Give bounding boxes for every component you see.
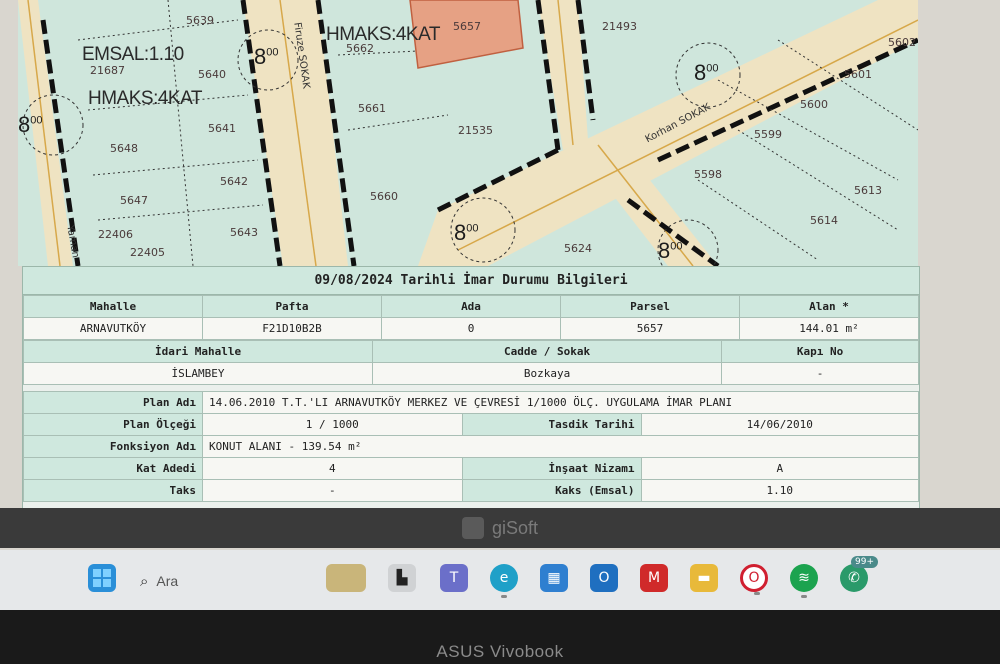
taskbar-search[interactable]: ⌕ Ara — [140, 568, 290, 594]
search-icon: ⌕ — [140, 572, 149, 590]
value-kaks: 1.10 — [640, 479, 920, 502]
teams-icon[interactable]: T — [440, 564, 468, 592]
value-taks: - — [202, 479, 463, 502]
whatsapp-icon[interactable]: ✆ 99+ — [840, 556, 878, 592]
task-view-icon[interactable]: ▙ — [388, 564, 416, 592]
file-explorer-icon[interactable]: ▬ — [690, 564, 718, 592]
value-cadde-sokak: Bozkaya — [372, 362, 723, 385]
panel-title: 09/08/2024 Tarihli İmar Durumu Bilgileri — [23, 267, 919, 295]
parcel-label: 5614 — [810, 214, 838, 227]
plan-details-table: Plan Adı 14.06.2010 T.T.'LI ARNAVUTKÖY M… — [23, 391, 920, 502]
header-pafta: Pafta — [202, 295, 382, 318]
parcel-label: 5648 — [110, 142, 138, 155]
parcel-label: 21493 — [602, 20, 637, 33]
parcel-label: 5647 — [120, 194, 148, 207]
outlook-icon[interactable]: O — [590, 564, 618, 592]
parcel-label: 5643 — [230, 226, 258, 239]
value-idari-mahalle: İSLAMBEY — [22, 362, 374, 385]
value-parsel: 5657 — [560, 317, 740, 340]
parcel-label: 5661 — [358, 102, 386, 115]
label-tasdik-tarihi: Tasdik Tarihi — [461, 413, 642, 436]
monitor-bezel: giSoft — [0, 508, 1000, 548]
label-taks: Taks — [23, 479, 203, 502]
parcel-label: 21535 — [458, 124, 493, 137]
label-plan-olcegi: Plan Ölçeği — [23, 413, 203, 436]
header-cadde-sokak: Cadde / Sokak — [372, 340, 723, 363]
windows-start-icon[interactable] — [88, 564, 116, 592]
header-mahalle: Mahalle — [23, 295, 203, 318]
zoning-info-panel: 09/08/2024 Tarihli İmar Durumu Bilgileri… — [22, 266, 920, 510]
parcel-label: 5598 — [694, 168, 722, 181]
parcel-label: 5639 — [186, 14, 214, 27]
taskbar: ⌕ Ara ▙ T e ▦ O M ▬ O ≋ ✆ 99+ — [0, 550, 1000, 610]
value-plan-adi: 14.06.2010 T.T.'LI ARNAVUTKÖY MERKEZ VE … — [202, 391, 919, 414]
parcel-label: 5599 — [754, 128, 782, 141]
label-plan-adi: Plan Adı — [23, 391, 203, 414]
address-table: İdari Mahalle Cadde / Sokak Kapı No İSLA… — [22, 340, 919, 385]
value-tasdik-tarihi: 14/06/2010 — [640, 413, 920, 436]
spotify-icon[interactable]: ≋ — [790, 564, 818, 598]
parcel-label: 5641 — [208, 122, 236, 135]
parcel-label: 22406 — [98, 228, 133, 241]
value-insaat-nizami: A — [640, 457, 920, 480]
value-plan-olcegi: 1 / 1000 — [202, 413, 463, 436]
edge-icon[interactable]: e — [490, 564, 518, 598]
parcel-label: 5624 — [564, 242, 592, 255]
parcel-label: 5602 — [888, 36, 916, 49]
parcel-label: 22405 — [130, 246, 165, 259]
value-fonksiyon: KONUT ALANI - 139.54 m² — [202, 435, 919, 458]
bezel-brand: giSoft — [491, 517, 539, 538]
height-mark: 800 — [454, 220, 479, 245]
gisoft-logo-icon — [461, 517, 484, 539]
parcel-label: 5640 — [198, 68, 226, 81]
value-kat-adedi: 4 — [202, 457, 463, 480]
header-idari-mahalle: İdari Mahalle — [22, 340, 374, 363]
mcafee-icon[interactable]: M — [640, 564, 668, 592]
parcel-summary-table: Mahalle Pafta Ada Parsel Alan * ARNAVUTK… — [23, 295, 919, 340]
parcel-label: 5642 — [220, 175, 248, 188]
search-placeholder: Ara — [156, 573, 179, 589]
zoning-label: EMSAL:1.10 — [82, 44, 184, 65]
value-mahalle: ARNAVUTKÖY — [23, 317, 203, 340]
label-insaat-nizami: İnşaat Nizamı — [461, 457, 642, 480]
label-fonksiyon: Fonksiyon Adı — [23, 435, 203, 458]
notification-badge: 99+ — [851, 556, 878, 568]
monitor-screen: 5639 5640 21687 5641 5648 5647 22406 224… — [0, 0, 1000, 555]
value-ada: 0 — [381, 317, 561, 340]
parcel-label: 5601 — [844, 68, 872, 81]
laptop-brand: ASUS Vivobook — [436, 642, 564, 661]
header-ada: Ada — [381, 295, 561, 318]
laptop-chassis: ASUS Vivobook — [0, 610, 1000, 664]
label-kat-adedi: Kat Adedi — [23, 457, 203, 480]
store-icon[interactable]: ▦ — [540, 564, 568, 592]
value-kapi-no: - — [721, 362, 919, 385]
zoning-label: HMAKS:4KAT — [326, 24, 440, 45]
height-mark: 800 — [18, 112, 43, 137]
parcel-label: 5600 — [800, 98, 828, 111]
header-alan: Alan * — [739, 295, 919, 318]
parcel-label: 5657 — [453, 20, 481, 33]
parcel-label: 5660 — [370, 190, 398, 203]
zoning-map[interactable]: 5639 5640 21687 5641 5648 5647 22406 224… — [18, 0, 918, 266]
opera-icon[interactable]: O — [740, 564, 768, 595]
header-parsel: Parsel — [560, 295, 740, 318]
height-mark: 800 — [254, 44, 279, 69]
height-mark: 800 — [694, 60, 719, 85]
height-mark: 800 — [658, 238, 683, 263]
label-kaks: Kaks (Emsal) — [461, 479, 642, 502]
header-kapi-no: Kapı No — [721, 340, 919, 363]
widgets-icon[interactable] — [326, 564, 366, 592]
parcel-label: 5613 — [854, 184, 882, 197]
value-pafta: F21D10B2B — [202, 317, 382, 340]
value-alan: 144.01 m² — [739, 317, 919, 340]
zoning-label: HMAKS:4KAT — [88, 88, 202, 109]
